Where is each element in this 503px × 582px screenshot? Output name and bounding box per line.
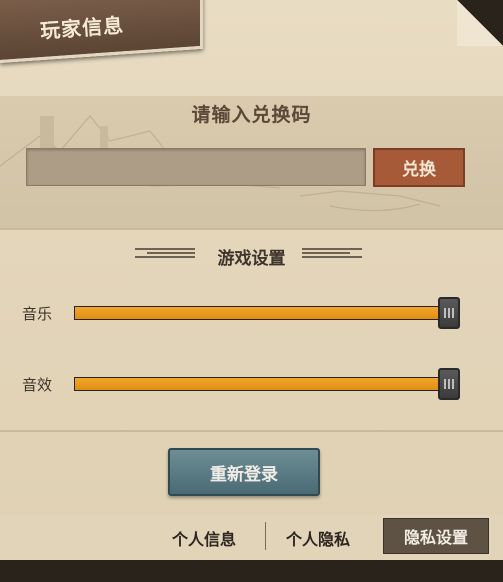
redeem-heading: 请输入兑换码 bbox=[191, 104, 312, 126]
panel-bottom-edge bbox=[0, 560, 503, 582]
sfx-slider-handle[interactable] bbox=[438, 368, 460, 400]
relogin-button[interactable]: 重新登录 bbox=[168, 448, 320, 496]
footer-separator bbox=[265, 522, 266, 550]
sfx-label: 音效 bbox=[22, 376, 53, 394]
privacy-settings-button[interactable]: 隐私设置 bbox=[383, 518, 489, 554]
music-slider-handle[interactable] bbox=[438, 297, 460, 329]
page-corner-curl bbox=[457, 0, 503, 46]
personal-info-link[interactable]: 个人信息 bbox=[172, 526, 236, 550]
sfx-slider[interactable] bbox=[74, 368, 460, 400]
redeem-button[interactable]: 兑换 bbox=[373, 148, 465, 187]
divider bbox=[0, 430, 503, 432]
redeem-code-input[interactable] bbox=[26, 148, 366, 186]
sfx-slider-fill bbox=[75, 378, 459, 390]
heading-ornament-right bbox=[302, 246, 362, 260]
music-slider-fill bbox=[75, 307, 459, 319]
settings-heading: 游戏设置 bbox=[217, 249, 286, 269]
music-label: 音乐 bbox=[22, 305, 53, 323]
music-slider[interactable] bbox=[74, 297, 460, 329]
player-info-panel: 玩家信息 请输入兑换码 兑换 游戏设置 音乐 音效 重新登录 个人信息 个人隐私… bbox=[0, 0, 503, 582]
divider bbox=[0, 228, 503, 230]
panel-title: 玩家信息 bbox=[39, 13, 125, 43]
personal-privacy-link[interactable]: 个人隐私 bbox=[286, 526, 350, 550]
